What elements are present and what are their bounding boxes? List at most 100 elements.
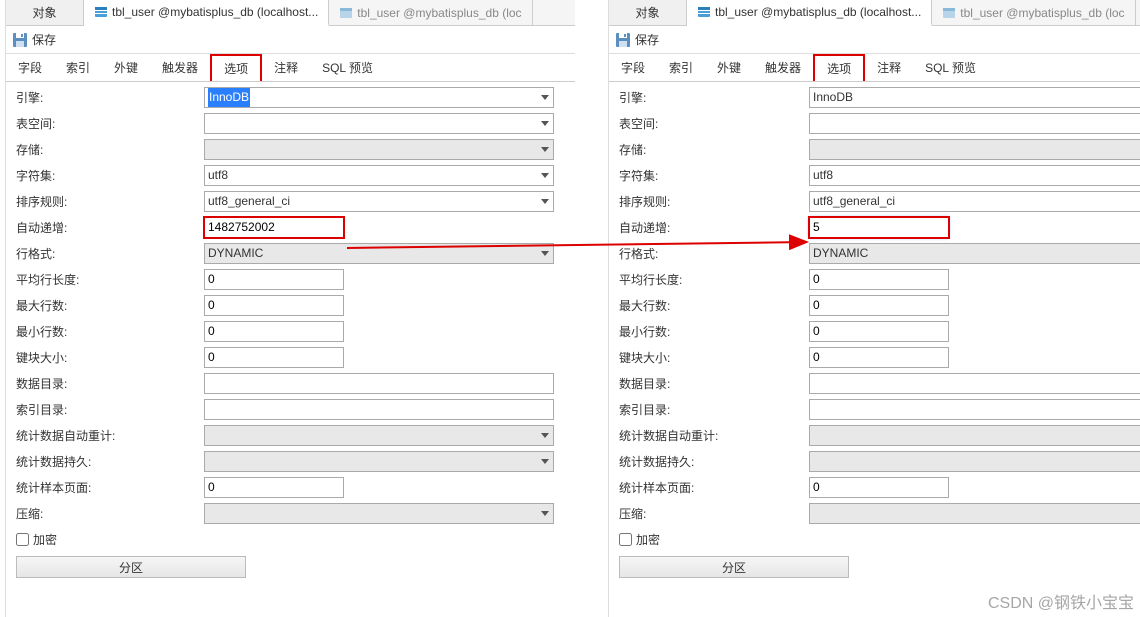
label-statssample: 统计样本页面:: [619, 479, 809, 496]
navtab-index[interactable]: 索引: [657, 54, 705, 81]
navtab-trigger[interactable]: 触发器: [150, 54, 210, 81]
pane-left: 对象 tbl_user @mybatisplus_db (localhost..…: [5, 0, 575, 617]
save-button[interactable]: 保存: [635, 31, 659, 48]
tab-label: tbl_user @mybatisplus_db (loc: [357, 6, 521, 20]
label-collation: 排序规则:: [619, 193, 809, 210]
autoinc-input[interactable]: [809, 217, 949, 238]
label-statsauto: 统计数据自动重计:: [619, 427, 809, 444]
engine-value: InnoDB: [813, 88, 853, 107]
save-button[interactable]: 保存: [32, 31, 56, 48]
rowformat-select[interactable]: DYNAMIC: [204, 243, 554, 264]
navtab-fk[interactable]: 外键: [705, 54, 753, 81]
statsauto-select[interactable]: [809, 425, 1140, 446]
save-icon: [12, 32, 28, 48]
label-autoinc: 自动递增:: [619, 219, 809, 236]
partition-button[interactable]: 分区: [16, 556, 246, 578]
label-storage: 存储:: [619, 141, 809, 158]
label-indexdir: 索引目录:: [16, 401, 204, 418]
navtab-fk[interactable]: 外键: [102, 54, 150, 81]
encrypt-label: 加密: [636, 531, 660, 548]
label-rowformat: 行格式:: [619, 245, 809, 262]
table-icon: [339, 6, 353, 20]
storage-select[interactable]: [809, 139, 1140, 160]
tablespace-select[interactable]: [204, 113, 554, 134]
statssample-input[interactable]: [809, 477, 949, 498]
avgrowlen-input[interactable]: [809, 269, 949, 290]
keyblock-input[interactable]: [809, 347, 949, 368]
label-avgrowlen: 平均行长度:: [16, 271, 204, 288]
tab-object[interactable]: 对象: [609, 0, 687, 25]
navtab-fields[interactable]: 字段: [609, 54, 657, 81]
tab-tbluser-inactive[interactable]: tbl_user @mybatisplus_db (loc: [329, 0, 532, 25]
engine-value: InnoDB: [208, 88, 250, 107]
tab-tbluser-active[interactable]: tbl_user @mybatisplus_db (localhost...: [687, 0, 932, 26]
label-tablespace: 表空间:: [619, 115, 809, 132]
statsauto-select[interactable]: [204, 425, 554, 446]
navtab-trigger[interactable]: 触发器: [753, 54, 813, 81]
maxrows-input[interactable]: [809, 295, 949, 316]
encrypt-label: 加密: [33, 531, 57, 548]
label-engine: 引擎:: [16, 89, 204, 106]
keyblock-input[interactable]: [204, 347, 344, 368]
navtab-comment[interactable]: 注释: [865, 54, 913, 81]
window-tabbar: 对象 tbl_user @mybatisplus_db (localhost..…: [6, 0, 575, 26]
avgrowlen-input[interactable]: [204, 269, 344, 290]
navtab-options[interactable]: 选项: [813, 54, 865, 81]
collation-select[interactable]: utf8_general_ci: [204, 191, 554, 212]
partition-button[interactable]: 分区: [619, 556, 849, 578]
encrypt-checkbox[interactable]: 加密: [16, 531, 57, 548]
autoinc-input[interactable]: [204, 217, 344, 238]
options-form: 引擎:InnoDB 表空间: 存储: 字符集:utf8 排序规则:utf8_ge…: [6, 82, 575, 578]
encrypt-checkbox-input[interactable]: [16, 533, 29, 546]
charset-value: utf8: [813, 166, 833, 185]
minrows-input[interactable]: [204, 321, 344, 342]
engine-select[interactable]: InnoDB: [809, 87, 1140, 108]
table-icon: [94, 5, 108, 19]
indexdir-input[interactable]: [204, 399, 554, 420]
encrypt-checkbox[interactable]: 加密: [619, 531, 660, 548]
navtab-fields[interactable]: 字段: [6, 54, 54, 81]
table-icon: [697, 5, 711, 19]
datadir-input[interactable]: [204, 373, 554, 394]
tablespace-select[interactable]: [809, 113, 1140, 134]
collation-value: utf8_general_ci: [208, 192, 290, 211]
label-keyblock: 键块大小:: [16, 349, 204, 366]
pane-right: 对象 tbl_user @mybatisplus_db (localhost..…: [608, 0, 1140, 617]
statspersist-select[interactable]: [809, 451, 1140, 472]
label-avgrowlen: 平均行长度:: [619, 271, 809, 288]
rowformat-select[interactable]: DYNAMIC: [809, 243, 1140, 264]
navtab-index[interactable]: 索引: [54, 54, 102, 81]
label-datadir: 数据目录:: [16, 375, 204, 392]
label-autoinc: 自动递增:: [16, 219, 204, 236]
engine-select[interactable]: InnoDB: [204, 87, 554, 108]
tab-object[interactable]: 对象: [6, 0, 84, 25]
indexdir-input[interactable]: [809, 399, 1140, 420]
encrypt-checkbox-input[interactable]: [619, 533, 632, 546]
charset-select[interactable]: utf8: [204, 165, 554, 186]
rowformat-value: DYNAMIC: [813, 244, 868, 263]
navtab-sqlpreview[interactable]: SQL 预览: [310, 54, 385, 81]
label-charset: 字符集:: [16, 167, 204, 184]
watermark: CSDN @钢铁小宝宝: [988, 589, 1134, 613]
maxrows-input[interactable]: [204, 295, 344, 316]
statspersist-select[interactable]: [204, 451, 554, 472]
navtab-options[interactable]: 选项: [210, 54, 262, 81]
compress-select[interactable]: [809, 503, 1140, 524]
tab-tbluser-active[interactable]: tbl_user @mybatisplus_db (localhost...: [84, 0, 329, 26]
collation-select[interactable]: utf8_general_ci: [809, 191, 1140, 212]
charset-select[interactable]: utf8: [809, 165, 1140, 186]
tab-label: tbl_user @mybatisplus_db (localhost...: [112, 5, 318, 19]
navtabs: 字段 索引 外键 触发器 选项 注释 SQL 预览: [6, 54, 575, 82]
window-tabbar: 对象 tbl_user @mybatisplus_db (localhost..…: [609, 0, 1140, 26]
minrows-input[interactable]: [809, 321, 949, 342]
statssample-input[interactable]: [204, 477, 344, 498]
label-minrows: 最小行数:: [16, 323, 204, 340]
tab-label: tbl_user @mybatisplus_db (localhost...: [715, 5, 921, 19]
storage-select[interactable]: [204, 139, 554, 160]
tab-tbluser-inactive[interactable]: tbl_user @mybatisplus_db (loc: [932, 0, 1135, 25]
navtab-sqlpreview[interactable]: SQL 预览: [913, 54, 988, 81]
navtab-comment[interactable]: 注释: [262, 54, 310, 81]
label-charset: 字符集:: [619, 167, 809, 184]
compress-select[interactable]: [204, 503, 554, 524]
datadir-input[interactable]: [809, 373, 1140, 394]
